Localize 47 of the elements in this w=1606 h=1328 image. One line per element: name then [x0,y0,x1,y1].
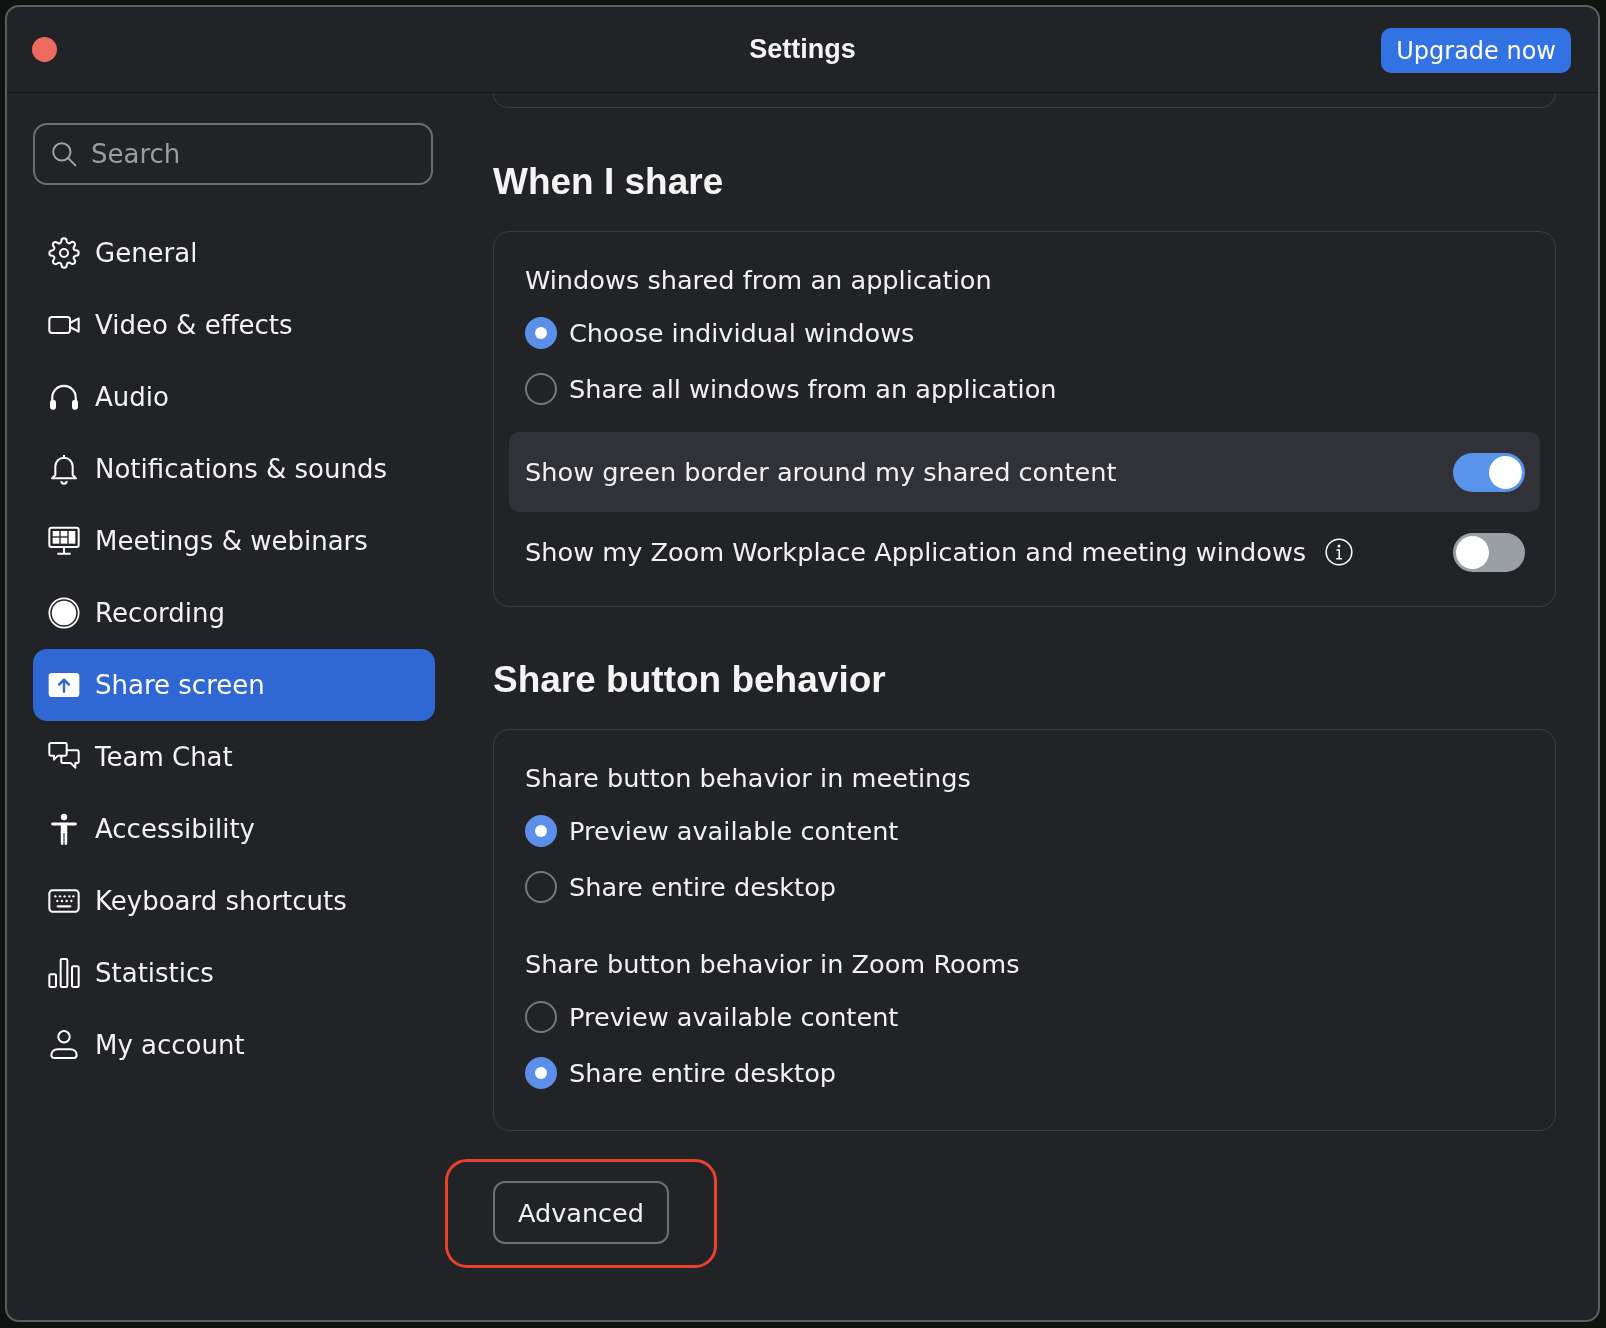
sidebar-item[interactable]: Accessibility [33,793,435,865]
option-label: Share entire desktop [569,872,837,902]
toggle-switch[interactable] [1453,452,1525,492]
option-label: Preview available content [569,1002,899,1032]
sidebar-item[interactable]: General [33,217,435,289]
radio-button[interactable] [525,317,557,349]
option-label: Choose individual windows [569,318,915,348]
close-button[interactable] [32,37,57,62]
sidebar-item[interactable]: Recording [33,577,435,649]
sidebar-item[interactable]: Statistics [33,937,435,1009]
radio-button[interactable] [525,1001,557,1033]
bell-icon [48,453,80,485]
advanced-button[interactable]: Advanced [493,1181,669,1244]
record-icon [48,597,80,629]
section-heading: When I share [493,160,724,204]
sidebar-item[interactable]: Team Chat [33,721,435,793]
radio-button[interactable] [525,1057,557,1089]
person-icon [48,813,80,845]
sidebar-item[interactable]: Notifications & sounds [33,433,435,505]
option-label: Share entire desktop [569,1058,837,1088]
setting-label: Show green border around my shared content [525,457,1117,487]
monitor-icon [48,525,80,557]
bar-chart-icon [48,957,80,989]
search-icon [51,141,77,167]
info-icon[interactable] [1325,538,1354,566]
radio-button[interactable] [525,871,557,903]
option-label: Preview available content [569,816,899,846]
group-label: Share button behavior in Zoom Rooms [525,948,1020,981]
sidebar-item[interactable]: Meetings & webinars [33,505,435,577]
radio-button[interactable] [525,373,557,405]
option-label: Share all windows from an application [569,374,1057,404]
search-field[interactable]: Search [33,123,433,185]
radio-button[interactable] [525,815,557,847]
upgrade-button[interactable]: Upgrade now [1381,28,1571,73]
toggle-switch[interactable] [1453,532,1525,572]
sidebar-item[interactable]: Video & effects [33,289,435,361]
sidebar-item[interactable]: Share screen [33,649,435,721]
sidebar-item[interactable]: My account [33,1009,435,1081]
group-label: Share button behavior in meetings [525,762,971,795]
sidebar-item[interactable]: Keyboard shortcuts [33,865,435,937]
group-label: Windows shared from an application [525,264,992,297]
sidebar-item[interactable]: Audio [33,361,435,433]
window-title: Settings [749,34,856,65]
setting-label: Show my Zoom Workplace Application and meeting windows [525,537,1307,567]
user-icon [48,1029,80,1061]
section-heading: Share button behavior [493,658,886,702]
gear-icon [48,237,80,269]
